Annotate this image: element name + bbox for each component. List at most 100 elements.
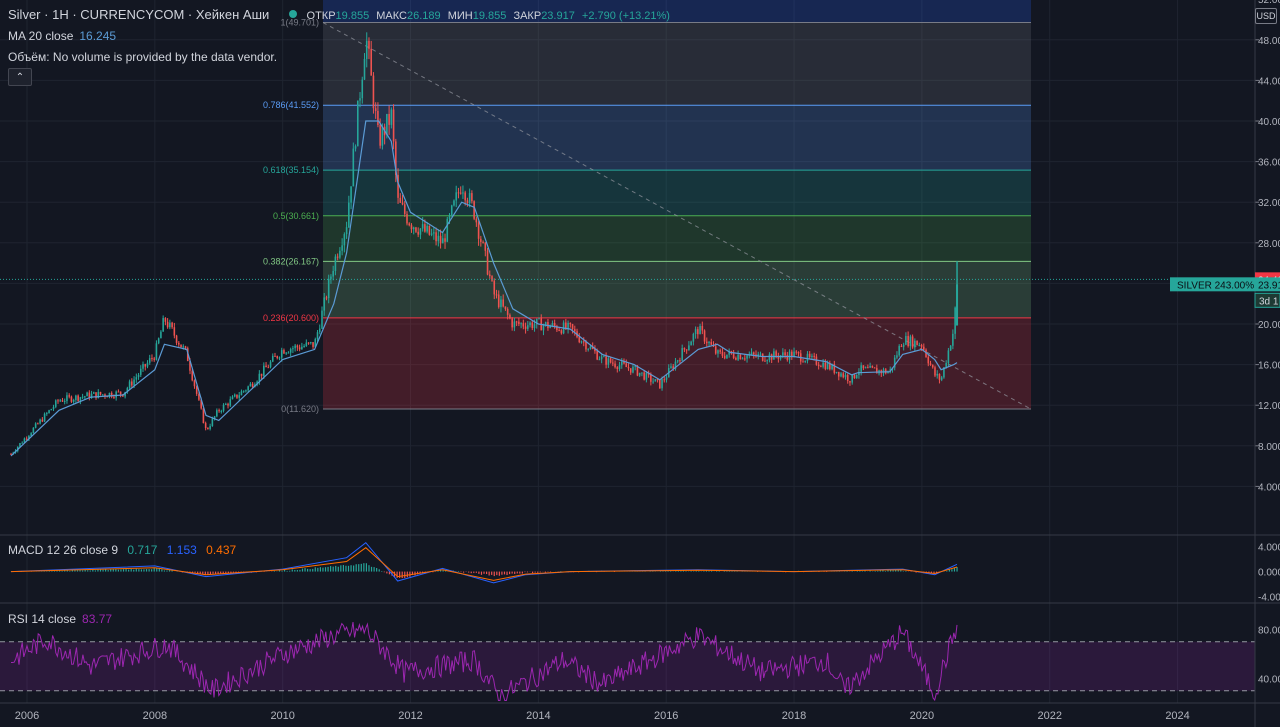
candle-body	[527, 325, 529, 329]
ma-legend[interactable]: MA 20 close 16.245	[8, 29, 116, 43]
candle-body	[871, 366, 874, 368]
candle-body	[25, 438, 28, 440]
candle-body	[86, 392, 88, 397]
candle-body	[529, 322, 531, 326]
candle-body	[811, 355, 813, 357]
candle-body	[654, 379, 657, 382]
candle-body	[580, 341, 583, 343]
candle-body	[524, 326, 527, 329]
candle-body	[377, 110, 379, 125]
candle-body	[211, 418, 214, 427]
candle-body	[182, 346, 185, 348]
chart-type[interactable]: Хейкен Аши	[196, 7, 269, 22]
trading-chart[interactable]: 1(49.701)0.786(41.552)0.618(35.154)0.5(3…	[0, 0, 1280, 727]
candle-body	[289, 349, 292, 353]
candle-body	[938, 373, 941, 380]
candle-body	[616, 367, 619, 369]
candle-body	[849, 381, 851, 383]
rsi-axis-label: 80.00	[1258, 626, 1280, 637]
price-axis-label: 48.00	[1258, 36, 1280, 47]
symbol-name[interactable]: Silver	[8, 7, 41, 22]
fibonacci-retracement[interactable]: 1(49.701)0.786(41.552)0.618(35.154)0.5(3…	[263, 0, 1032, 414]
candle-body	[249, 383, 252, 387]
candle-body	[690, 341, 692, 346]
interval[interactable]: 1H	[52, 7, 69, 22]
candle-body	[146, 362, 149, 367]
macd-axis-label: 4.000	[1258, 542, 1280, 553]
candle-body	[166, 321, 169, 328]
candle-body	[855, 374, 858, 379]
candle-body	[916, 340, 918, 346]
candle-body	[218, 410, 220, 412]
candle-body	[609, 358, 612, 363]
candle-body	[296, 345, 299, 348]
candle-body	[144, 364, 147, 367]
candle-body	[52, 406, 55, 410]
candle-body	[388, 113, 390, 125]
candle-body	[204, 423, 207, 428]
candle-body	[869, 366, 871, 368]
candle-body	[464, 192, 466, 201]
time-axis-label: 2022	[1037, 710, 1061, 722]
candle-body	[844, 374, 847, 378]
candle-body	[752, 352, 755, 355]
candle-body	[907, 336, 909, 347]
candle-body	[506, 309, 509, 315]
candle-body	[862, 365, 865, 369]
candle-body	[325, 297, 328, 299]
candle-body	[178, 342, 180, 345]
candle-body	[233, 394, 236, 397]
candle-body	[797, 352, 800, 354]
candle-body	[437, 235, 440, 242]
volume-legend[interactable]: Объём: No volume is provided by the data…	[8, 50, 277, 64]
candle-body	[475, 218, 478, 223]
candle-body	[808, 353, 811, 357]
candle-body	[269, 361, 272, 368]
candle-body	[558, 330, 560, 332]
candle-body	[327, 278, 330, 299]
candle-body	[180, 344, 182, 348]
candle-body	[222, 404, 225, 411]
candle-body	[113, 396, 115, 398]
candle-body	[806, 353, 809, 361]
candle-body	[618, 365, 621, 369]
candle-body	[603, 356, 605, 358]
candle-body	[612, 362, 614, 364]
candle-body	[75, 395, 77, 400]
candle-body	[956, 284, 959, 326]
candle-body	[466, 200, 469, 204]
price-axis-label: 8.000	[1258, 442, 1280, 453]
candle-body	[900, 346, 903, 348]
candle-body	[352, 148, 355, 187]
candle-body	[931, 364, 934, 368]
candle-body	[898, 346, 900, 356]
candle-body	[119, 391, 122, 395]
candle-body	[453, 200, 455, 206]
currency-button[interactable]: USD	[1255, 8, 1277, 24]
candle-body	[589, 346, 592, 349]
candle-body	[157, 338, 160, 344]
candle-body	[853, 374, 856, 379]
candle-body	[504, 306, 507, 310]
price-axis-label: 28.00	[1258, 239, 1280, 250]
candle-body	[341, 245, 343, 251]
candle-body	[739, 354, 742, 360]
macd-legend[interactable]: MACD 12 26 close 9 0.717 1.153 0.437	[8, 543, 236, 557]
candle-body	[263, 365, 265, 376]
price-axis-label: 52.00	[1258, 0, 1280, 6]
candle-body	[34, 423, 37, 428]
candle-body	[949, 345, 952, 351]
rsi-legend[interactable]: RSI 14 close 83.77	[8, 612, 112, 626]
chevron-up-icon[interactable]: ⌃	[8, 68, 32, 86]
candle-body	[92, 392, 95, 394]
candle-body	[905, 336, 907, 345]
candle-body	[782, 352, 784, 356]
candle-body	[305, 342, 308, 347]
candle-body	[840, 373, 842, 377]
price-axis-label: 12.00	[1258, 401, 1280, 412]
candle-body	[175, 335, 178, 343]
candle-body	[202, 408, 205, 424]
candle-body	[81, 396, 84, 398]
candle-body	[356, 100, 359, 147]
candle-body	[332, 270, 334, 277]
